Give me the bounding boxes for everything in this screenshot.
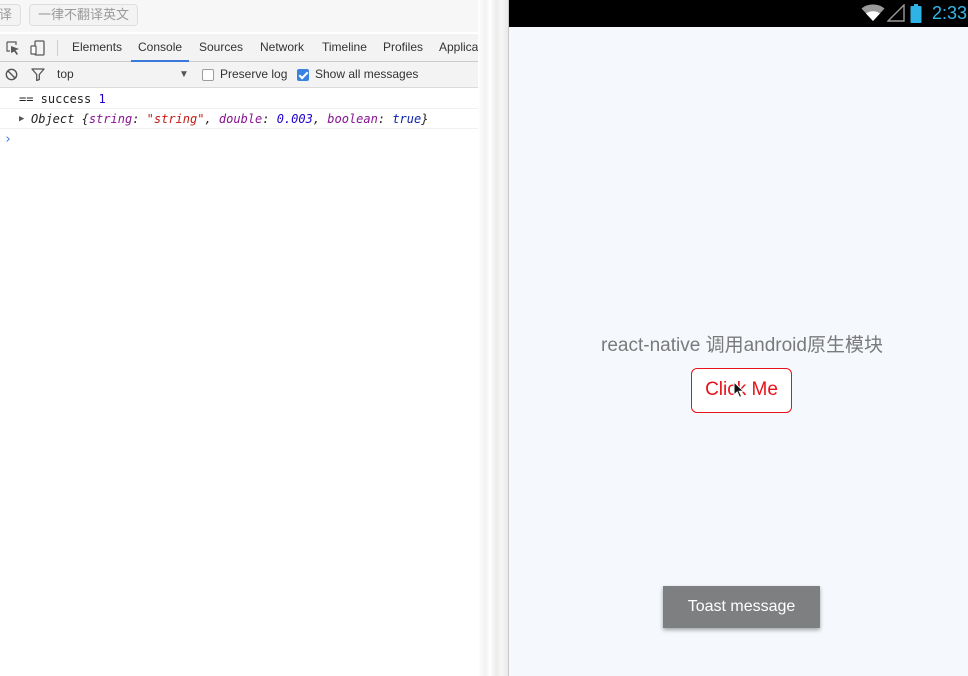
device-mode-icon[interactable] [30,40,46,56]
translate-button[interactable]: 译 [0,4,22,26]
tab-network[interactable]: Network [260,34,304,62]
tab-sources[interactable]: Sources [199,34,243,62]
devtools-tab-bar: Elements Console Sources Network Timelin… [0,34,508,62]
status-time: 2:33 [931,3,967,23]
wifi-icon [861,4,885,27]
devtools-panel: 译 一律不翻译英文 Elements Console Sources Netwo… [0,0,508,676]
context-selector[interactable]: top [57,62,193,87]
status-bar: 2:33 [509,0,968,27]
console-toolbar: top ▼ Preserve log Show all messages [0,62,508,88]
preserve-log-label: Preserve log [220,67,288,81]
expand-triangle-icon[interactable]: ▶ [19,109,24,129]
tab-profiles[interactable]: Profiles [383,34,423,62]
panel-divider [478,0,508,676]
translate-bar: 译 一律不翻译英文 [0,0,508,32]
battery-icon [910,4,922,28]
never-translate-button[interactable]: 一律不翻译英文 [29,4,139,26]
tab-console[interactable]: Console [131,34,190,62]
filter-icon[interactable] [31,68,45,86]
dropdown-arrow-icon[interactable]: ▼ [179,62,189,87]
show-all-messages-label: Show all messages [315,67,419,81]
app-heading: react-native 调用android原生模块 [601,335,883,356]
screen: 译 一律不翻译英文 Elements Console Sources Netwo… [0,0,968,676]
console-output: == success 1 ▶ Object {string: "string",… [0,89,508,129]
toolbar-divider [57,40,58,56]
toast-message: Toast message [663,586,820,628]
signal-icon [886,3,905,27]
show-all-messages-checkbox[interactable] [297,69,309,81]
log-text: == success 1 [19,92,106,106]
tab-timeline[interactable]: Timeline [322,34,367,62]
clear-console-icon[interactable] [5,68,18,86]
android-screen: 2:33 react-native 调用android原生模块 Click Me… [508,0,968,676]
inspect-element-icon[interactable] [5,40,21,56]
mouse-cursor-icon [733,380,745,404]
tab-elements[interactable]: Elements [72,34,122,62]
preserve-log-checkbox[interactable] [202,69,214,81]
console-message[interactable]: ▶ Object {string: "string", double: 0.00… [0,109,508,129]
console-message: == success 1 [0,89,508,109]
object-preview: Object {string: "string", double: 0.003,… [31,112,429,126]
console-prompt-icon[interactable]: › [4,132,12,147]
